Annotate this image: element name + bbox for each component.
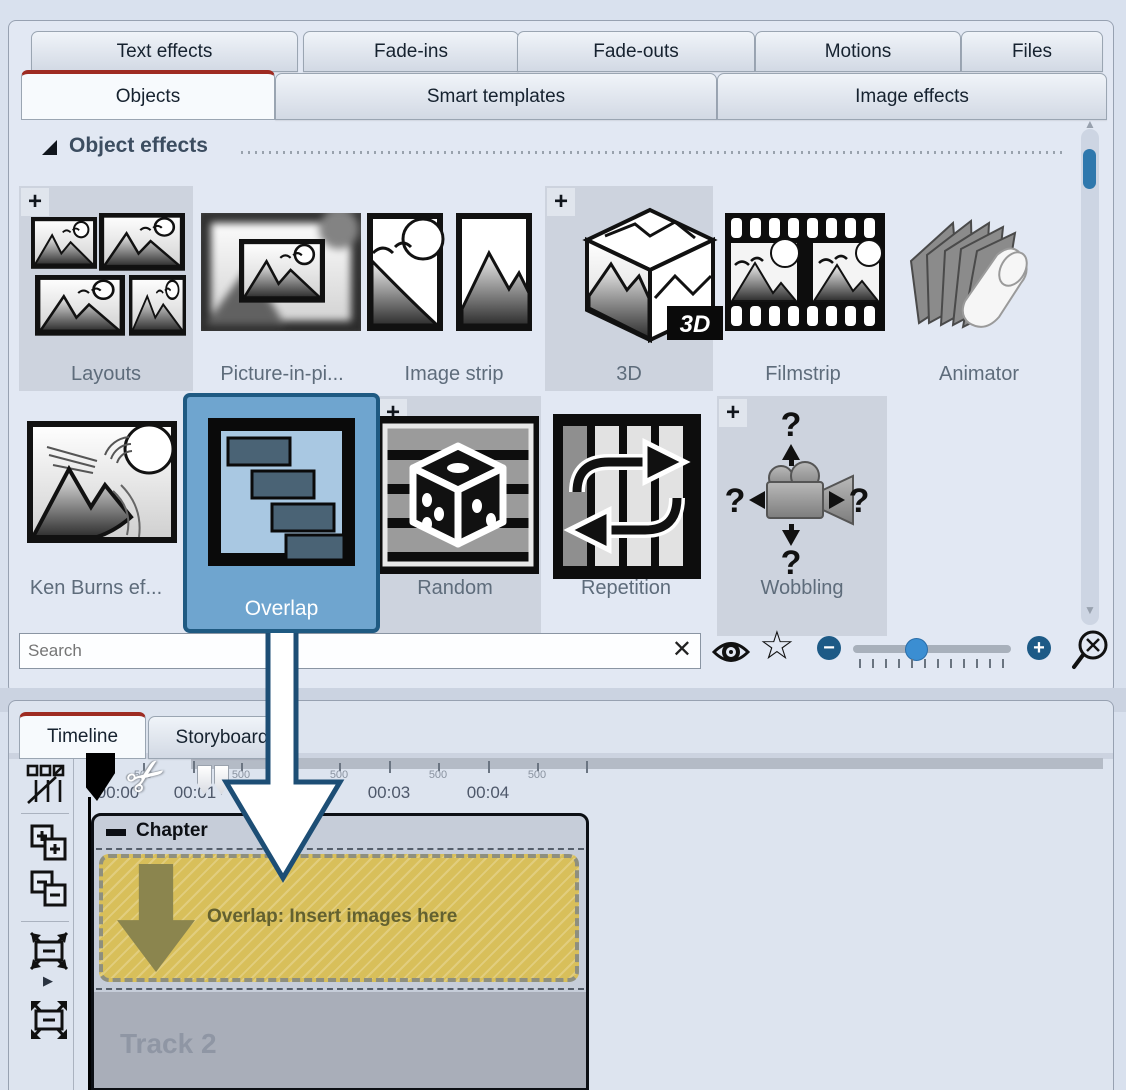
visibility-eye-icon[interactable] (711, 637, 751, 667)
ruler-time-label: 00:04 (453, 783, 523, 803)
3d-effect-icon[interactable]: 3D (575, 206, 725, 348)
random-effect-icon[interactable] (377, 416, 539, 574)
track-2-label: Track 2 (120, 1028, 217, 1060)
effects-scrollbar-thumb[interactable] (1083, 149, 1096, 189)
tab-smart-templates[interactable]: Smart templates (275, 73, 717, 120)
expand-all-tracks-icon[interactable] (29, 823, 69, 865)
svg-text:?: ? (849, 482, 870, 520)
scroll-up-icon[interactable]: ▲ (1081, 117, 1099, 131)
search-box: ✕ (19, 633, 701, 669)
effect-label: Animator (893, 359, 1065, 389)
plus-badge-3d: + (547, 188, 575, 216)
ruler-time-label: 00:03 (354, 783, 424, 803)
svg-text:3D: 3D (680, 311, 711, 338)
clear-search-icon[interactable]: ✕ (672, 635, 692, 664)
collapse-all-tracks-icon[interactable] (29, 869, 69, 911)
drag-direction-arrow (210, 616, 356, 884)
playhead-line (88, 797, 91, 1090)
shrink-tracks-icon[interactable] (27, 929, 71, 973)
layouts-effect-icon[interactable] (29, 211, 187, 339)
track-display-options-icon[interactable] (25, 763, 67, 805)
svg-text:?: ? (725, 482, 746, 520)
effect-label-selected: Overlap (187, 597, 376, 621)
picture-in-picture-effect-icon[interactable] (201, 213, 361, 331)
overlap-effect-icon (208, 418, 355, 566)
track-2[interactable]: Track 2 (94, 992, 586, 1090)
scroll-down-icon[interactable]: ▼ (1081, 603, 1099, 617)
effect-label: Picture-in-pi... (197, 359, 367, 389)
tab-text-effects[interactable]: Text effects (31, 31, 298, 72)
section-title: Object effects (69, 134, 208, 158)
app-window: Text effects Fade-ins Fade-outs Motions … (0, 0, 1126, 1090)
enlarge-tracks-icon[interactable] (27, 997, 71, 1043)
effect-label: Layouts (19, 359, 193, 389)
repetition-effect-icon[interactable] (553, 414, 701, 579)
zoom-in-button[interactable]: + (1027, 636, 1051, 660)
tab-fade-outs[interactable]: Fade-outs (517, 31, 755, 72)
effect-label: Ken Burns ef... (11, 573, 181, 603)
ruler-half-second-label: 500 (517, 769, 557, 781)
effect-label: Random (369, 573, 541, 603)
favorites-star-icon[interactable]: ☆ (759, 623, 795, 669)
toolbar-divider (21, 921, 69, 922)
animator-effect-icon[interactable] (901, 211, 1051, 337)
chapter-title: Chapter (136, 820, 208, 842)
effect-label: Filmstrip (717, 359, 889, 389)
zoom-out-button[interactable]: − (817, 636, 841, 660)
filmstrip-effect-icon[interactable] (725, 213, 885, 331)
tab-image-effects[interactable]: Image effects (717, 73, 1107, 120)
section-divider (241, 151, 1063, 154)
svg-text:?: ? (781, 406, 802, 444)
zoom-reset-magnifier-icon[interactable] (1071, 629, 1111, 673)
toolbar-flyout-triangle-icon[interactable]: ▶ (43, 973, 53, 989)
tab-timeline[interactable]: Timeline (19, 712, 146, 759)
ruler-half-second-label: 500 (418, 769, 458, 781)
wobbling-effect-icon[interactable]: ? ? ? ? (719, 406, 874, 578)
thumbnail-size-slider-track[interactable] (853, 645, 1011, 653)
effects-scrollbar-track[interactable] (1081, 129, 1099, 625)
drop-zone-label: Overlap: Insert images here (207, 906, 457, 928)
image-strip-effect-icon[interactable] (367, 213, 532, 331)
effect-label: Image strip (367, 359, 541, 389)
effects-panel: Text effects Fade-ins Fade-outs Motions … (8, 20, 1114, 694)
drop-arrow-down-icon (117, 864, 195, 972)
effect-label: Repetition (537, 573, 715, 603)
chapter-collapse-minus-icon[interactable] (106, 829, 126, 836)
effect-label: 3D (545, 359, 713, 389)
collapse-section-icon[interactable] (41, 139, 58, 156)
ken-burns-effect-icon[interactable] (27, 421, 177, 543)
overlap-effect-tile-selected[interactable]: Overlap (183, 393, 380, 633)
tab-files[interactable]: Files (961, 31, 1103, 72)
timeline-panel: Timeline Storyboard (8, 700, 1114, 1090)
tab-motions[interactable]: Motions (755, 31, 961, 72)
slider-tick-marks (859, 659, 1009, 668)
tab-fade-ins[interactable]: Fade-ins (303, 31, 519, 72)
tab-objects[interactable]: Objects (21, 70, 275, 120)
thumbnail-size-slider-thumb[interactable] (905, 638, 928, 661)
effect-label: Wobbling (717, 573, 887, 603)
toolbar-divider (21, 813, 69, 814)
